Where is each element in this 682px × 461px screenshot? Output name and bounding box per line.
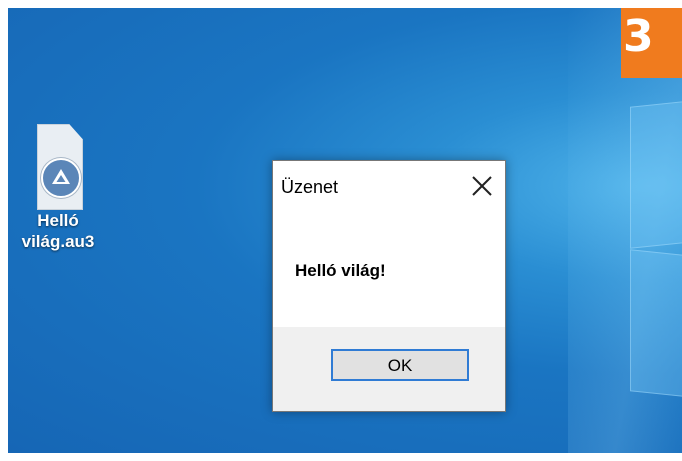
dialog-titlebar[interactable]: Üzenet — [273, 161, 505, 213]
close-icon[interactable] — [469, 173, 495, 199]
autoit-script-icon — [27, 120, 89, 212]
windows-logo-pane — [630, 99, 682, 249]
desktop-icon-label: Helló világ.au3 — [21, 211, 95, 251]
dialog-button-area: OK — [273, 327, 505, 411]
message-box-dialog: Üzenet Helló világ! OK — [272, 160, 506, 412]
dialog-message: Helló világ! — [295, 261, 386, 280]
ok-button[interactable]: OK — [331, 349, 469, 381]
windows-logo-pane — [630, 249, 682, 399]
step-number-badge: 3 — [621, 8, 682, 78]
desktop-icon-hello-world[interactable]: Helló világ.au3 — [18, 120, 98, 252]
dialog-title: Üzenet — [281, 177, 339, 197]
